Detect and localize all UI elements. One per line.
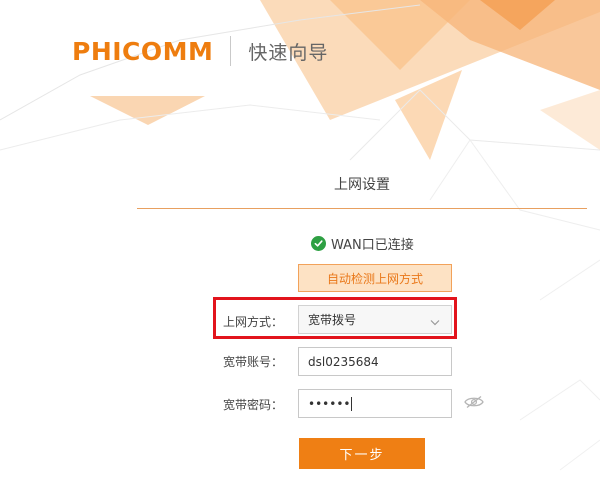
account-value: dsl0235684 [308, 354, 379, 369]
account-label: 宽带账号： [223, 355, 284, 369]
next-button[interactable]: 下一步 [299, 438, 425, 469]
password-value: •••••• [308, 396, 351, 411]
header-divider [230, 36, 232, 66]
wizard-title: 快速向导 [248, 41, 329, 64]
connection-type-value: 宽带拨号 [308, 313, 357, 327]
show-password-icon[interactable] [464, 394, 484, 413]
setup-wizard: PHICOMM 快速向导 上网设置 WAN口已连接 自动检测上网方式 上网方式：… [0, 0, 600, 483]
wan-status-text: WAN口已连接 [331, 238, 414, 253]
account-input[interactable]: dsl0235684 [298, 347, 452, 376]
wan-status: WAN口已连接 [311, 234, 414, 253]
connection-type-select[interactable]: 宽带拨号 [298, 305, 452, 334]
header: PHICOMM 快速向导 [72, 36, 328, 66]
auto-detect-button[interactable]: 自动检测上网方式 [298, 264, 452, 292]
brand-logo: PHICOMM [72, 36, 214, 66]
connection-type-label: 上网方式： [223, 315, 284, 329]
section-title: 上网设置 [334, 177, 390, 193]
password-label: 宽带密码： [223, 398, 284, 412]
section-divider [137, 208, 587, 209]
check-circle-icon [311, 236, 326, 251]
text-cursor [351, 396, 353, 411]
chevron-down-icon [430, 315, 440, 329]
password-input[interactable]: •••••• [298, 389, 452, 418]
